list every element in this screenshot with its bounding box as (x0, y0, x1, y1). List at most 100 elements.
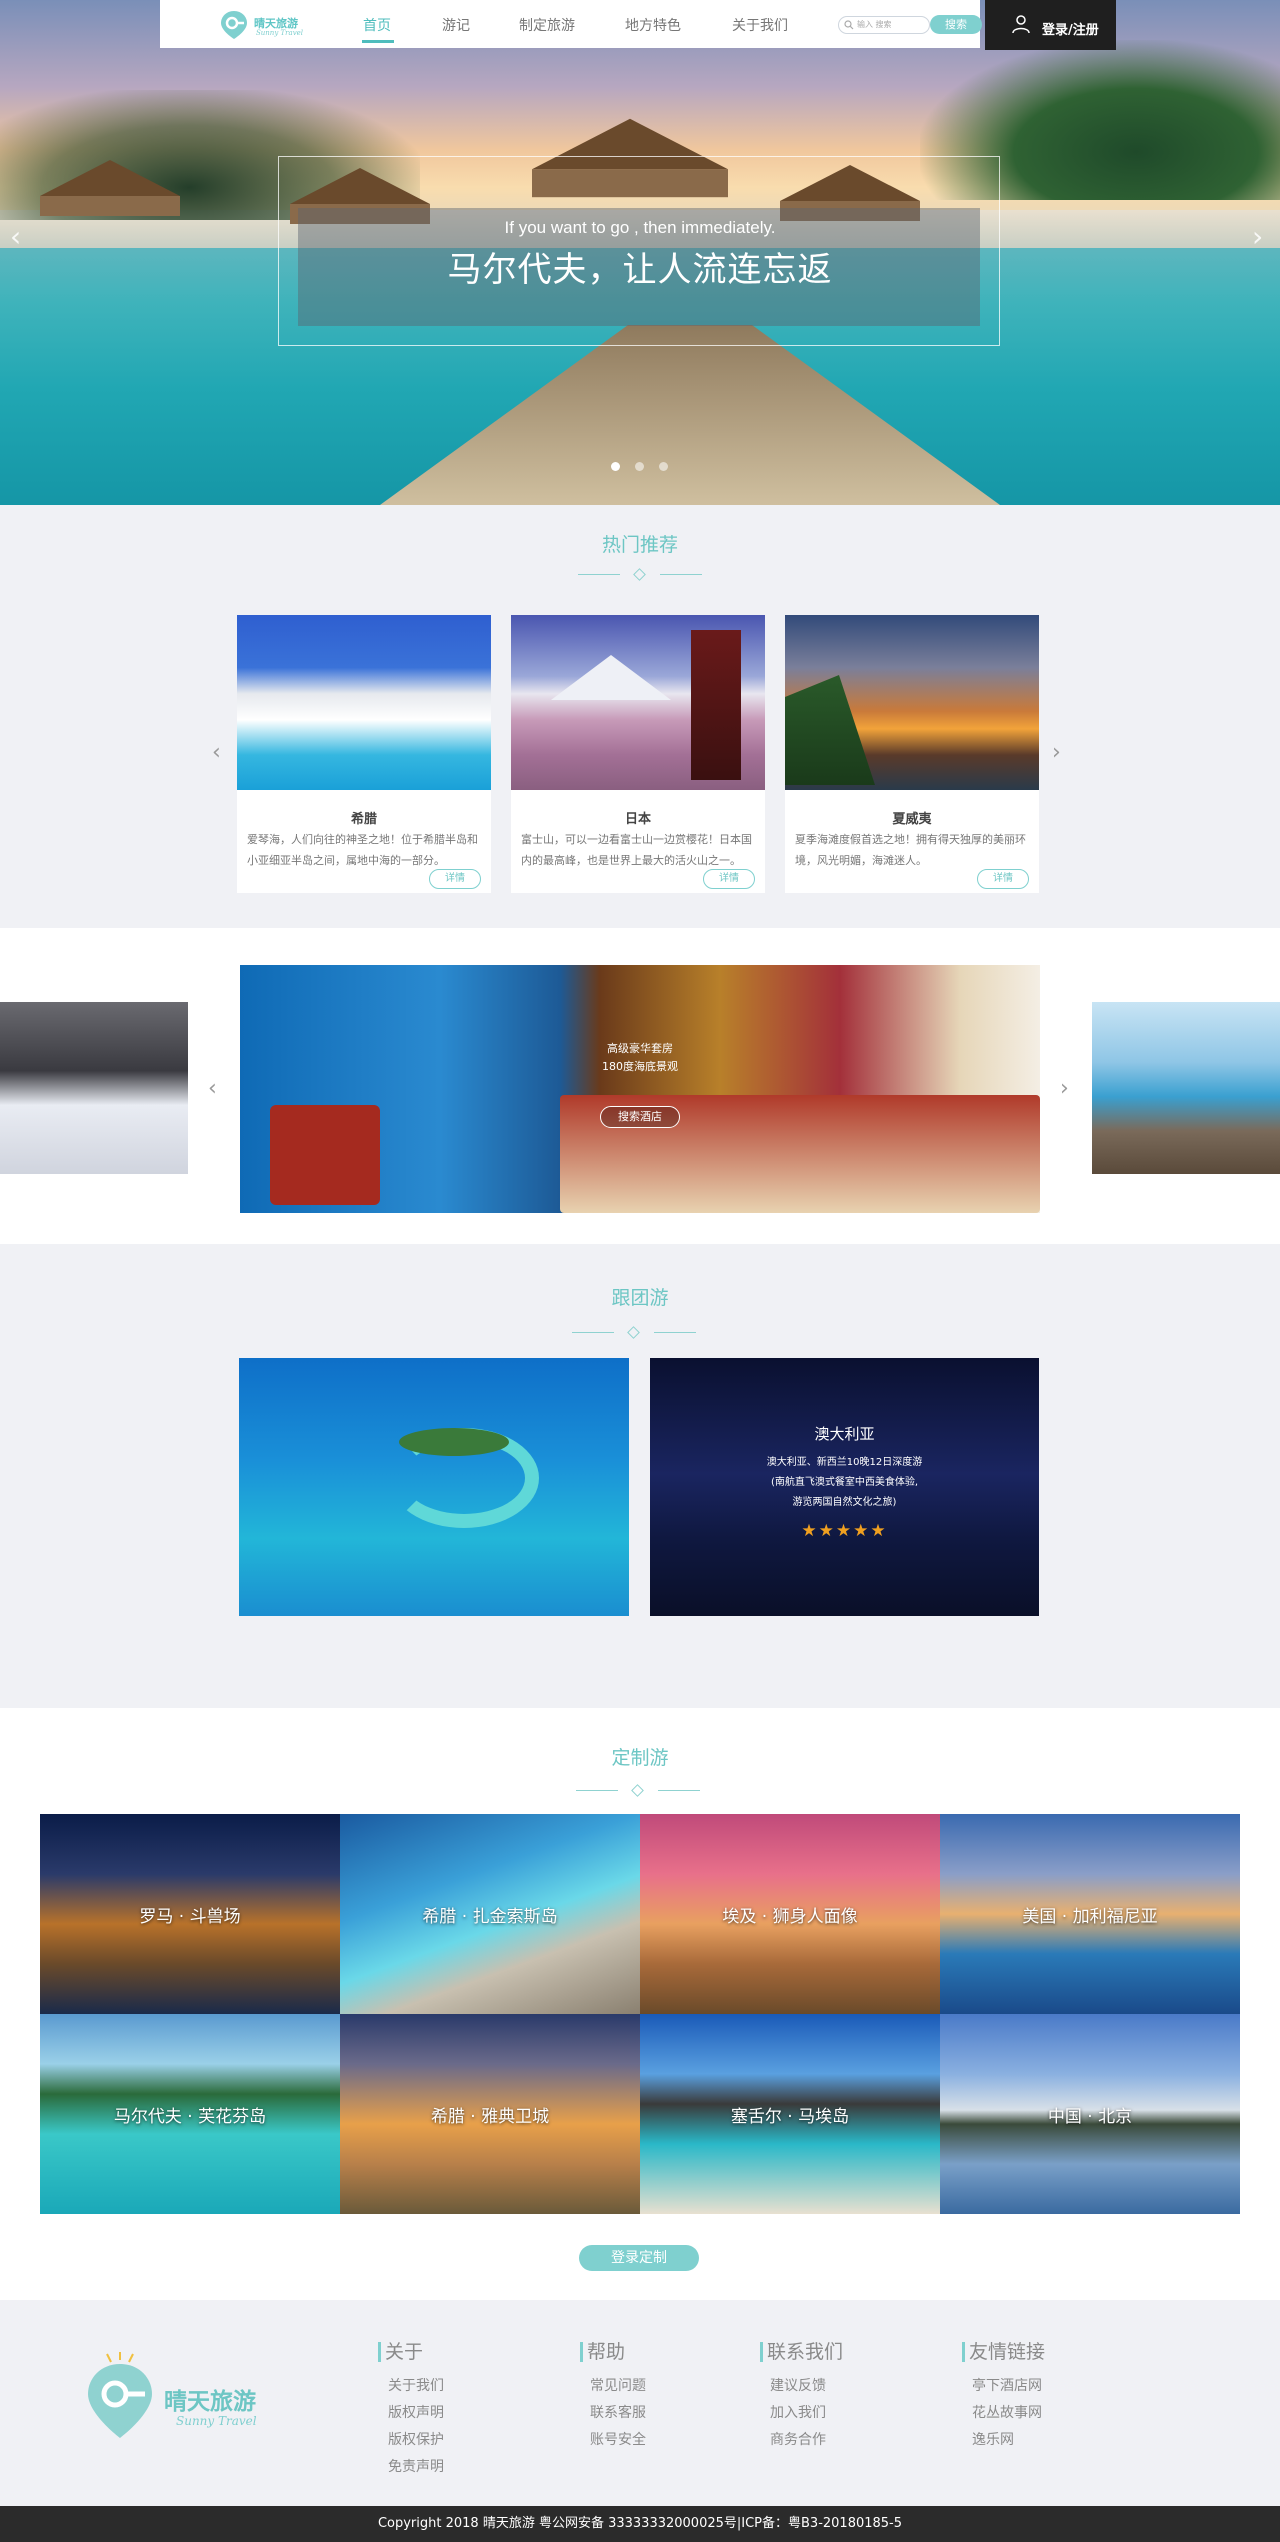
footer-col-about-title: 关于 (378, 2342, 423, 2362)
card-title: 夏威夷 (892, 812, 932, 827)
nav-about-us[interactable]: 关于我们 (732, 15, 788, 35)
nav-home[interactable]: 首页 (363, 15, 391, 35)
custom-section-title: 定制游 (611, 1747, 669, 1769)
hero-prev-arrow-icon[interactable]: ‹ (10, 220, 21, 253)
footer-link-contact-support[interactable]: 联系客服 (590, 2402, 646, 2422)
card-image (237, 615, 491, 790)
hot-prev-arrow-icon[interactable]: ‹ (212, 740, 221, 765)
nav-travel-notes[interactable]: 游记 (442, 15, 470, 35)
footer-link-feedback[interactable]: 建议反馈 (770, 2375, 826, 2395)
carousel-dot-1[interactable] (611, 462, 620, 471)
hotel-caption-line2: 180度海底景观 (602, 1060, 678, 1073)
hero-hut (40, 160, 180, 216)
section-divider (578, 568, 702, 582)
hero-beach (0, 210, 1280, 248)
logo-pin-icon (221, 11, 247, 39)
footer-link-copyright-notice[interactable]: 版权声明 (388, 2402, 444, 2422)
user-icon (1012, 15, 1030, 34)
footer-link-partner-2[interactable]: 花丛故事网 (972, 2402, 1042, 2422)
hero-hut (532, 118, 728, 198)
search-hotel-button[interactable]: 搜索酒店 (600, 1106, 680, 1128)
footer-link-partner-1[interactable]: 亭下酒店网 (972, 2375, 1042, 2395)
card-description: 夏季海滩度假首选之地！拥有得天独厚的美丽环境，风光明媚，海滩迷人。 (795, 833, 1026, 867)
carousel-dot-2[interactable] (635, 462, 644, 471)
hotel-next-slide[interactable] (1092, 1002, 1280, 1174)
card-details-button[interactable]: 详情 (429, 869, 481, 889)
hot-next-arrow-icon[interactable]: › (1052, 740, 1061, 765)
footer-link-join-us[interactable]: 加入我们 (770, 2402, 826, 2422)
hot-card-japan[interactable]: 日本 富士山，可以一边看富士山一边赏樱花！日本国内的最高峰，也是世界上最大的活火… (511, 615, 765, 893)
copyright-bar: Copyright 2018 晴天旅游 粤公网安备 33333332000025… (0, 2506, 1280, 2542)
nav-custom-travel[interactable]: 制定旅游 (519, 15, 575, 35)
group-card-australia[interactable]: 澳大利亚 澳大利亚、新西兰10晚12日深度游 (南航直飞澳式餐室中西美食体验, … (650, 1358, 1039, 1616)
card-title: 希腊 (350, 812, 377, 827)
card-details-button[interactable]: 详情 (703, 869, 755, 889)
top-nav-bar: 晴天旅游 Sunny Travel 首页 游记 制定旅游 地方特色 关于我们 输… (160, 0, 982, 48)
nav-local-features[interactable]: 地方特色 (625, 15, 681, 35)
hotel-next-arrow-icon[interactable]: › (1060, 1076, 1069, 1101)
hero-text-panel (298, 208, 980, 326)
custom-tile-maldives[interactable]: 马尔代夫 · 芙花芬岛 (40, 2014, 340, 2214)
login-label: 登录/注册 (1042, 23, 1099, 38)
custom-tile-california[interactable]: 美国 · 加利福尼亚 (940, 1814, 1240, 2014)
footer-col-contact-title: 联系我们 (760, 2342, 843, 2362)
footer-col-links-title: 友情链接 (962, 2342, 1045, 2362)
hotel-caption-line1: 高级豪华套房 (607, 1042, 673, 1055)
tile-label: 罗马 · 斗兽场 (139, 1907, 241, 1927)
hotel-main-slide[interactable] (240, 965, 1040, 1213)
custom-tile-egypt[interactable]: 埃及 · 狮身人面像 (640, 1814, 940, 2014)
custom-tile-beijing[interactable]: 中国 · 北京 (940, 2014, 1240, 2214)
footer-logo-text: 晴天旅游 (164, 2389, 256, 2415)
hero-trees-right (920, 40, 1280, 200)
custom-tile-athens[interactable]: 希腊 · 雅典卫城 (340, 2014, 640, 2214)
tile-label: 美国 · 加利福尼亚 (1022, 1907, 1158, 1927)
card-title: 日本 (624, 812, 651, 827)
footer: 晴天旅游 Sunny Travel 关于 关于我们 版权声明 版权保护 免责声明… (0, 2300, 1280, 2506)
hero-hut (290, 168, 430, 224)
footer-link-disclaimer[interactable]: 免责声明 (388, 2456, 444, 2476)
footer-link-partner-3[interactable]: 逸乐网 (972, 2429, 1014, 2449)
custom-tile-rome[interactable]: 罗马 · 斗兽场 (40, 1814, 340, 2014)
search-button[interactable]: 搜索 (930, 15, 982, 34)
tile-label: 塞舌尔 · 马埃岛 (730, 2107, 850, 2127)
card-image (785, 615, 1039, 790)
group-card-line3: 游览两国自然文化之旅) (792, 1497, 897, 1508)
hotel-prev-slide[interactable] (0, 1002, 188, 1174)
hero-banner: If you want to go , then immediately. 马尔… (0, 0, 1280, 505)
footer-link-account-security[interactable]: 账号安全 (590, 2429, 646, 2449)
footer-col-help-title: 帮助 (580, 2342, 625, 2362)
hot-card-hawaii[interactable]: 夏威夷 夏季海滩度假首选之地！拥有得天独厚的美丽环境，风光明媚，海滩迷人。 详情 (785, 615, 1039, 893)
tile-label: 中国 · 北京 (1047, 2107, 1133, 2127)
hero-sea (0, 215, 1280, 505)
hotel-prev-arrow-icon[interactable]: ‹ (208, 1076, 217, 1101)
tile-label: 希腊 · 雅典卫城 (430, 2107, 550, 2127)
group-card-line1: 澳大利亚、新西兰10晚12日深度游 (766, 1457, 923, 1468)
footer-link-business[interactable]: 商务合作 (770, 2429, 826, 2449)
group-card-title: 澳大利亚 (814, 1425, 875, 1443)
hot-card-greece[interactable]: 希腊 爱琴海，人们向往的神圣之地！位于希腊半岛和小亚细亚半岛之间，属地中海的一部… (237, 615, 491, 893)
carousel-dot-3[interactable] (659, 462, 668, 471)
group-card-maldives[interactable] (239, 1358, 629, 1616)
hot-section-title: 热门推荐 (601, 534, 678, 556)
footer-link-faq[interactable]: 常见问题 (590, 2375, 646, 2395)
card-details-button[interactable]: 详情 (977, 869, 1029, 889)
footer-link-copyright-protection[interactable]: 版权保护 (388, 2429, 444, 2449)
hero-frame (278, 156, 1000, 346)
section-divider (576, 1784, 700, 1798)
search-icon (844, 20, 854, 30)
group-card-line2: (南航直飞澳式餐室中西美食体验, (770, 1477, 919, 1488)
footer-link-about-us[interactable]: 关于我们 (388, 2375, 444, 2395)
footer-logo-subtext: Sunny Travel (176, 2414, 257, 2428)
hero-next-arrow-icon[interactable]: › (1252, 220, 1263, 253)
logo-subtext: Sunny Travel (256, 29, 304, 37)
search-input[interactable]: 输入 搜索 (838, 16, 930, 34)
login-register-button[interactable]: 登录/注册 (985, 0, 1116, 50)
custom-tile-zakynthos[interactable]: 希腊 · 扎金索斯岛 (340, 1814, 640, 2014)
footer-logo-pin-icon (88, 2352, 152, 2438)
card-image (511, 615, 765, 790)
hotel-caption: 高级豪华套房 180度海底景观 (560, 1040, 720, 1076)
hero-title: 马尔代夫，让人流连忘返 (447, 250, 833, 290)
login-customize-button[interactable]: 登录定制 (579, 2245, 699, 2271)
custom-tile-seychelles[interactable]: 塞舌尔 · 马埃岛 (640, 2014, 940, 2214)
section-divider (572, 1326, 696, 1340)
